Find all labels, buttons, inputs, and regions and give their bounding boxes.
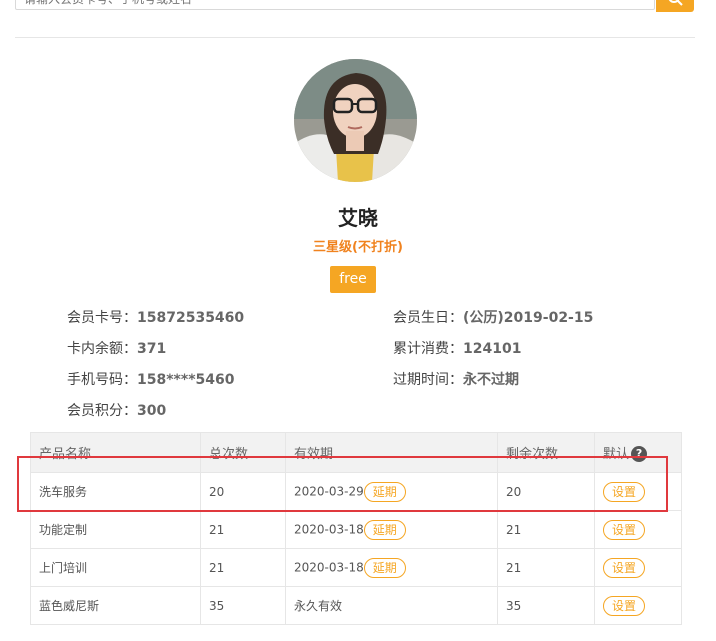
- info-total-spend: 累计消费：124101: [393, 341, 522, 357]
- table-row: 上门培训 21 2020-03-18 延期 21 设置: [30, 548, 682, 587]
- set-default-button[interactable]: 设置: [603, 595, 646, 616]
- set-default-button[interactable]: 设置: [603, 481, 646, 502]
- header-total: 总次数: [200, 432, 286, 473]
- table-header: 产品名称 总次数 有效期 剩余次数 默认?: [30, 432, 682, 473]
- header-default: 默认?: [594, 432, 682, 473]
- member-level: 三星级(不打折): [313, 240, 403, 255]
- info-birthday: 会员生日：(公历)2019-02-15: [393, 310, 594, 326]
- info-points: 会员积分：300: [67, 403, 167, 419]
- header-remaining: 剩余次数: [497, 432, 595, 473]
- search-bar: [15, 0, 695, 12]
- member-avatar: [294, 59, 417, 182]
- avatar-photo: [294, 59, 417, 182]
- extend-button[interactable]: 延期: [363, 481, 406, 502]
- info-balance: 卡内余额：371: [67, 341, 167, 357]
- table-row: 洗车服务 20 2020-03-29 延期 20 设置: [30, 472, 682, 511]
- table-row: 功能定制 21 2020-03-18 延期 21 设置: [30, 510, 682, 549]
- search-button[interactable]: [656, 0, 694, 12]
- header-product: 产品名称: [30, 432, 201, 473]
- search-input[interactable]: [15, 0, 655, 10]
- table-row: 蓝色威尼斯 35 永久有效 35 设置: [30, 586, 682, 625]
- top-divider: [15, 37, 695, 38]
- member-name: 艾晓: [338, 206, 378, 230]
- member-badge: free: [330, 266, 376, 293]
- info-expire: 过期时间：永不过期: [393, 372, 519, 388]
- search-icon: [668, 0, 683, 6]
- info-phone: 手机号码：158****5460: [67, 372, 235, 388]
- set-default-button[interactable]: 设置: [603, 519, 646, 540]
- header-expiry: 有效期: [285, 432, 498, 473]
- info-card-number: 会员卡号：15872535460: [67, 310, 245, 326]
- extend-button[interactable]: 延期: [363, 557, 406, 578]
- help-icon[interactable]: ?: [631, 446, 648, 463]
- set-default-button[interactable]: 设置: [603, 557, 646, 578]
- product-table: 产品名称 总次数 有效期 剩余次数 默认? 洗车服务 20 2020-03-29…: [30, 432, 682, 625]
- extend-button[interactable]: 延期: [363, 519, 406, 540]
